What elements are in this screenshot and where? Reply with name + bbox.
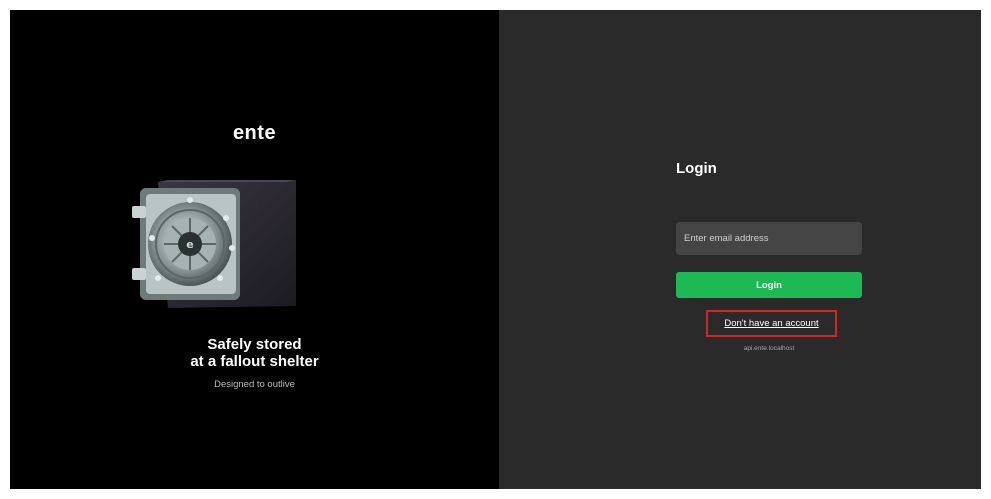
- tagline-line-1: Safely stored: [207, 336, 302, 353]
- hero-subtagline: Designed to outlive: [214, 379, 295, 390]
- tagline-line-2: at a fallout shelter: [190, 353, 319, 370]
- app-frame: ente e Safely stored at a fallout shelte…: [10, 10, 981, 489]
- hero-tagline: Safely stored at a fallout shelter: [10, 336, 499, 370]
- api-host-text: api.ente.localhost: [743, 345, 795, 352]
- login-title: Login: [676, 160, 717, 177]
- hero-panel: ente e Safely stored at a fallout shelte…: [10, 10, 499, 489]
- email-field[interactable]: [676, 222, 862, 255]
- login-panel: Login Login Don't have an account api.en…: [499, 10, 981, 489]
- vault-illustration: e: [132, 180, 296, 308]
- ente-logo: ente: [232, 122, 277, 144]
- email-input[interactable]: [684, 233, 854, 244]
- signup-link[interactable]: Don't have an account: [706, 310, 837, 337]
- svg-text:e: e: [186, 238, 193, 251]
- login-button[interactable]: Login: [676, 272, 862, 298]
